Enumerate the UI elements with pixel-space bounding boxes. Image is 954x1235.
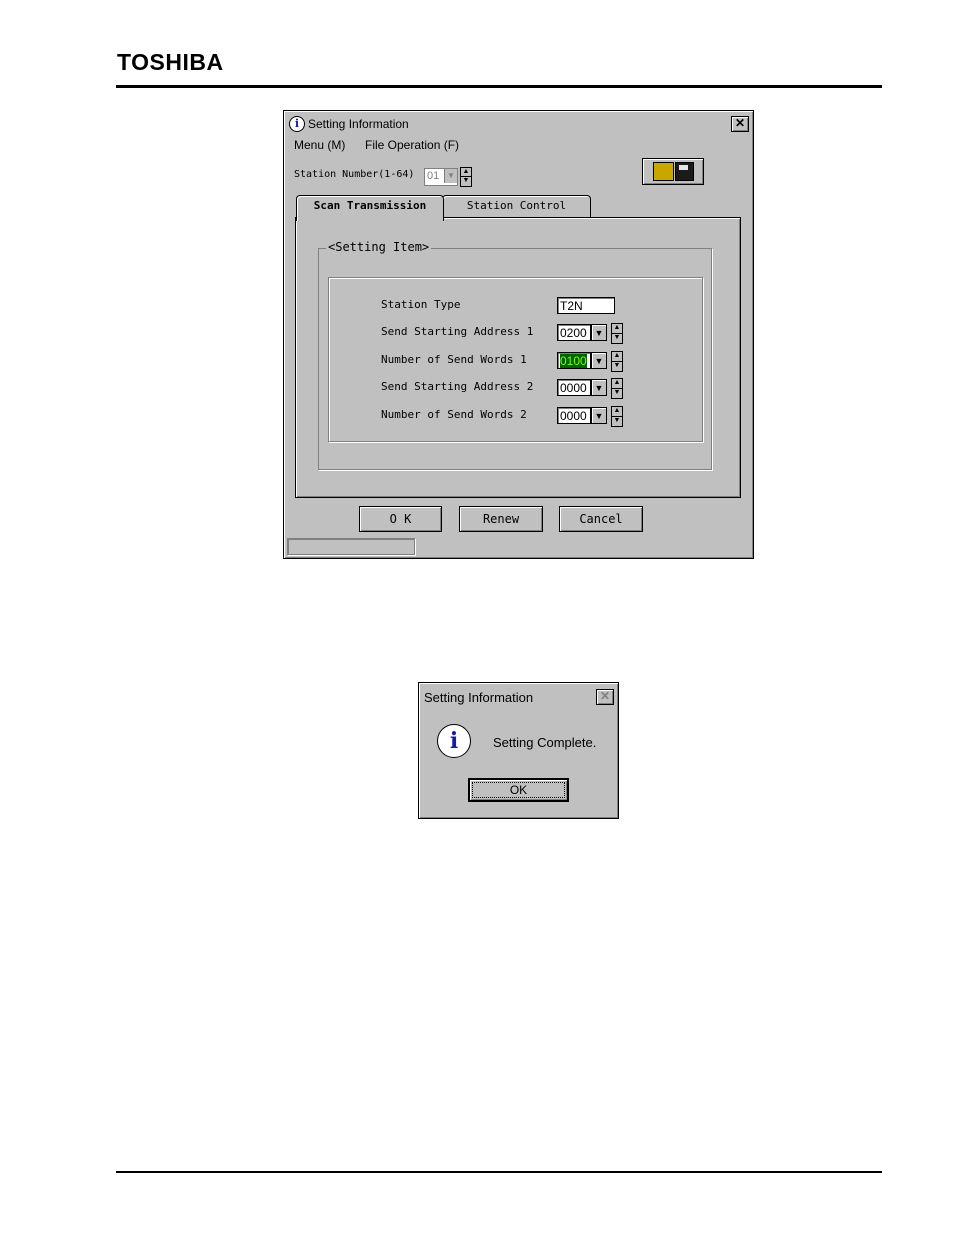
station-number-spinner[interactable]: ▲ ▼: [460, 167, 472, 187]
send-start-address-2-spinner[interactable]: ▲ ▼: [611, 378, 623, 399]
send-start-address-2-label: Send Starting Address 2: [381, 380, 534, 393]
send-words-1-label: Number of Send Words 1: [381, 353, 527, 366]
send-start-address-1-spinner[interactable]: ▲ ▼: [611, 323, 623, 344]
send-words-1-field[interactable]: 0100: [557, 352, 591, 369]
spin-up-icon[interactable]: ▲: [461, 168, 471, 177]
station-number-combo[interactable]: 01 ▼: [424, 168, 458, 186]
spin-up-icon[interactable]: ▲: [612, 379, 622, 389]
close-icon[interactable]: ✕: [596, 689, 614, 705]
station-type-field[interactable]: T2N: [557, 297, 615, 314]
tab-panel: <Setting Item> Station Type T2N Send Sta…: [295, 217, 741, 498]
ok-button[interactable]: O K: [359, 506, 442, 532]
dialog-message: Setting Complete.: [493, 735, 597, 750]
dialog-title: Setting Information: [424, 690, 534, 705]
info-icon: i: [289, 116, 305, 132]
chevron-down-icon: ▼: [444, 169, 457, 183]
dialog-ok-button[interactable]: OK: [468, 778, 569, 802]
send-start-address-2-field[interactable]: 0000: [557, 379, 591, 396]
spin-down-icon[interactable]: ▼: [612, 362, 622, 372]
send-words-2-label: Number of Send Words 2: [381, 408, 527, 421]
close-icon[interactable]: ✕: [731, 116, 749, 132]
spin-up-icon[interactable]: ▲: [612, 407, 622, 417]
spin-down-icon[interactable]: ▼: [612, 389, 622, 399]
spin-down-icon[interactable]: ▼: [612, 417, 622, 427]
spin-down-icon[interactable]: ▼: [612, 334, 622, 344]
station-type-label: Station Type: [381, 298, 461, 311]
info-icon: i: [437, 724, 471, 758]
station-number-value: 01: [427, 170, 440, 182]
footer-rule: [116, 1171, 882, 1173]
floppy-save-icon[interactable]: [675, 162, 694, 181]
spin-up-icon[interactable]: ▲: [612, 324, 622, 334]
tab-scan-transmission[interactable]: Scan Transmission: [296, 195, 444, 221]
menu-item-menu[interactable]: Menu (M): [294, 138, 345, 152]
setting-complete-dialog: Setting Information ✕ i Setting Complete…: [418, 682, 619, 819]
header-rule: [116, 85, 882, 88]
spin-up-icon[interactable]: ▲: [612, 352, 622, 362]
renew-button[interactable]: Renew: [459, 506, 543, 532]
setting-information-window: i Setting Information ✕ Menu (M) File Op…: [283, 110, 754, 559]
status-bar: [287, 538, 415, 555]
send-words-1-spinner[interactable]: ▲ ▼: [611, 351, 623, 372]
send-words-2-spinner[interactable]: ▲ ▼: [611, 406, 623, 427]
chevron-down-icon[interactable]: ▼: [591, 352, 607, 369]
folder-open-icon[interactable]: [653, 162, 674, 181]
cancel-button[interactable]: Cancel: [559, 506, 643, 532]
toolbar-file-buttons: [642, 158, 704, 185]
chevron-down-icon[interactable]: ▼: [591, 324, 607, 341]
spin-down-icon[interactable]: ▼: [461, 177, 471, 186]
menu-item-file-operation[interactable]: File Operation (F): [365, 138, 459, 152]
send-start-address-1-label: Send Starting Address 1: [381, 325, 534, 338]
chevron-down-icon[interactable]: ▼: [591, 407, 607, 424]
brand-logo: TOSHIBA: [117, 49, 224, 75]
send-words-2-field[interactable]: 0000: [557, 407, 591, 424]
send-start-address-1-field[interactable]: 0200: [557, 324, 591, 341]
station-number-label: Station Number(1-64): [294, 169, 415, 180]
window-title: Setting Information: [308, 117, 409, 131]
chevron-down-icon[interactable]: ▼: [591, 379, 607, 396]
setting-item-label: <Setting Item>: [326, 240, 432, 254]
tab-station-control[interactable]: Station Control: [442, 195, 591, 218]
